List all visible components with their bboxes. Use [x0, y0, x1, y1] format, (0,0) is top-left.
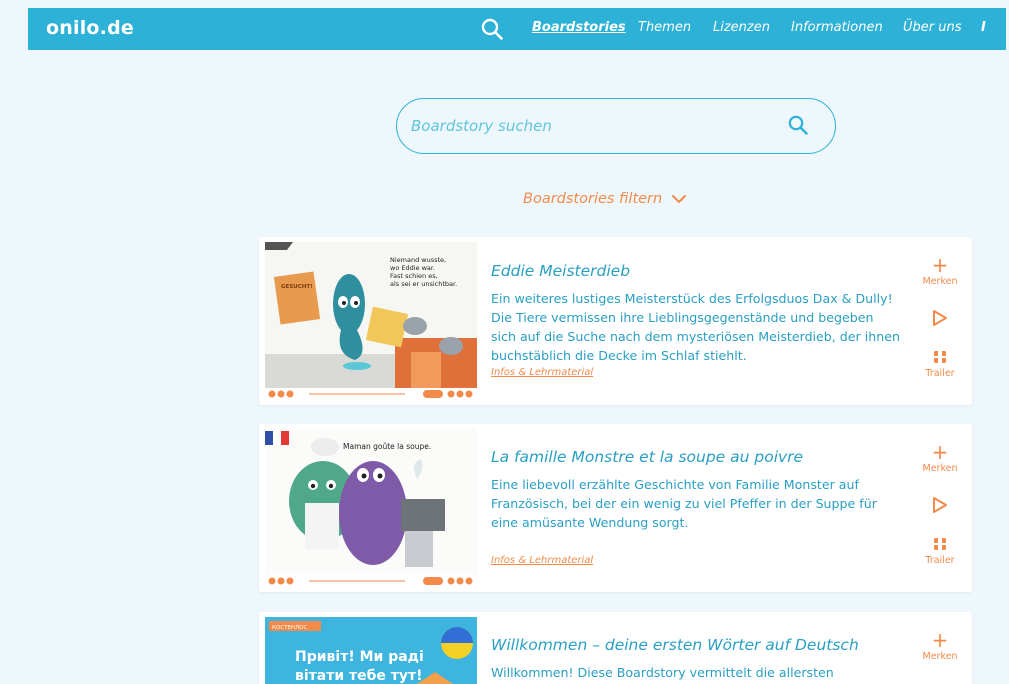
boardstory-search-box — [396, 98, 836, 154]
search-icon[interactable] — [787, 114, 809, 136]
merken-button[interactable]: + Merken — [915, 442, 965, 474]
thumb-player-controls — [265, 575, 477, 587]
trailer-label: Trailer — [925, 555, 955, 566]
thumb-caption-line: вітати тебе тут! — [295, 668, 423, 684]
merken-button[interactable]: + Merken — [915, 630, 965, 662]
filter-toggle[interactable]: Boardstories filtern — [523, 191, 687, 207]
merken-label: Merken — [922, 276, 958, 287]
trailer-label: Trailer — [925, 368, 955, 379]
boardstory-search-input[interactable] — [411, 115, 771, 137]
play-icon — [933, 497, 947, 513]
thumb-caption-line: wo Eddie war. — [390, 264, 435, 272]
thumb-caption-line: Niemand wusste, — [390, 256, 446, 264]
nav-link-informationen[interactable]: Informationen — [791, 20, 883, 35]
story-title[interactable]: Eddie Meisterdieb — [491, 262, 630, 280]
thumb-tag-text: КОСТЕНЛОС — [272, 625, 308, 631]
play-button[interactable] — [915, 309, 965, 331]
trailer-button[interactable]: Trailer — [915, 536, 965, 566]
story-description: Eine liebevoll erzählte Geschichte von F… — [491, 477, 877, 530]
chevron-down-icon — [671, 195, 686, 203]
filter-label: Boardstories filtern — [523, 191, 663, 207]
merken-label: Merken — [922, 651, 958, 662]
thumb-caption-line: Привіт! Ми раді — [295, 649, 424, 665]
story-description: Willkommen! Diese Boardstory vermittelt … — [491, 665, 834, 680]
thumb-poster-text: GESUCHT! — [281, 284, 313, 290]
top-navigation-bar: onilo.de Boardstories Themen Lizenzen In… — [28, 8, 1006, 50]
boardstory-card: Maman goûte la soupe. La famille Monstre… — [259, 424, 972, 592]
thumb-player-controls — [265, 388, 477, 400]
film-icon — [934, 538, 946, 550]
boardstory-card: Niemand wusste, wo Eddie war. Fast schie… — [259, 237, 972, 405]
boardstory-card: КОСТЕНЛОС Привіт! Ми раді вітати тебе ту… — [259, 612, 972, 684]
infos-lehrmaterial-link[interactable]: Infos & Lehrmaterial — [491, 555, 593, 566]
plus-icon: + — [931, 628, 949, 652]
nav-link-ueber-uns[interactable]: Über uns — [903, 20, 962, 35]
story-thumbnail[interactable]: КОСТЕНЛОС Привіт! Ми раді вітати тебе ту… — [265, 617, 477, 684]
trailer-button[interactable]: Trailer — [915, 349, 965, 379]
story-thumbnail[interactable]: Niemand wusste, wo Eddie war. Fast schie… — [265, 242, 477, 400]
story-thumbnail[interactable]: Maman goûte la soupe. — [265, 429, 477, 587]
merken-label: Merken — [922, 463, 958, 474]
thumb-caption-line: Fast schien es, — [390, 272, 438, 280]
nav-link-lizenzen[interactable]: Lizenzen — [713, 20, 770, 35]
story-title[interactable]: La famille Monstre et la soupe au poivre — [491, 448, 803, 466]
thumb-caption-line: Maman goûte la soupe. — [343, 442, 431, 451]
thumb-caption-line: als sei er unsichtbar. — [390, 280, 457, 288]
merken-button[interactable]: + Merken — [915, 255, 965, 287]
search-icon[interactable] — [480, 17, 504, 41]
story-title[interactable]: Willkommen – deine ersten Wörter auf Deu… — [491, 636, 859, 654]
play-button[interactable] — [915, 496, 965, 518]
nav-link-more[interactable]: I — [981, 20, 986, 35]
plus-icon: + — [931, 253, 949, 277]
play-icon — [933, 310, 947, 326]
nav-link-boardstories[interactable]: Boardstories — [532, 20, 626, 35]
film-icon — [934, 351, 946, 363]
site-logo[interactable]: onilo.de — [46, 17, 134, 39]
plus-icon: + — [931, 440, 949, 464]
flag-france-icon — [265, 431, 289, 445]
infos-lehrmaterial-link[interactable]: Infos & Lehrmaterial — [491, 367, 593, 378]
story-description: Ein weiteres lustiges Meisterstück des E… — [491, 291, 900, 363]
nav-link-themen[interactable]: Themen — [638, 20, 691, 35]
